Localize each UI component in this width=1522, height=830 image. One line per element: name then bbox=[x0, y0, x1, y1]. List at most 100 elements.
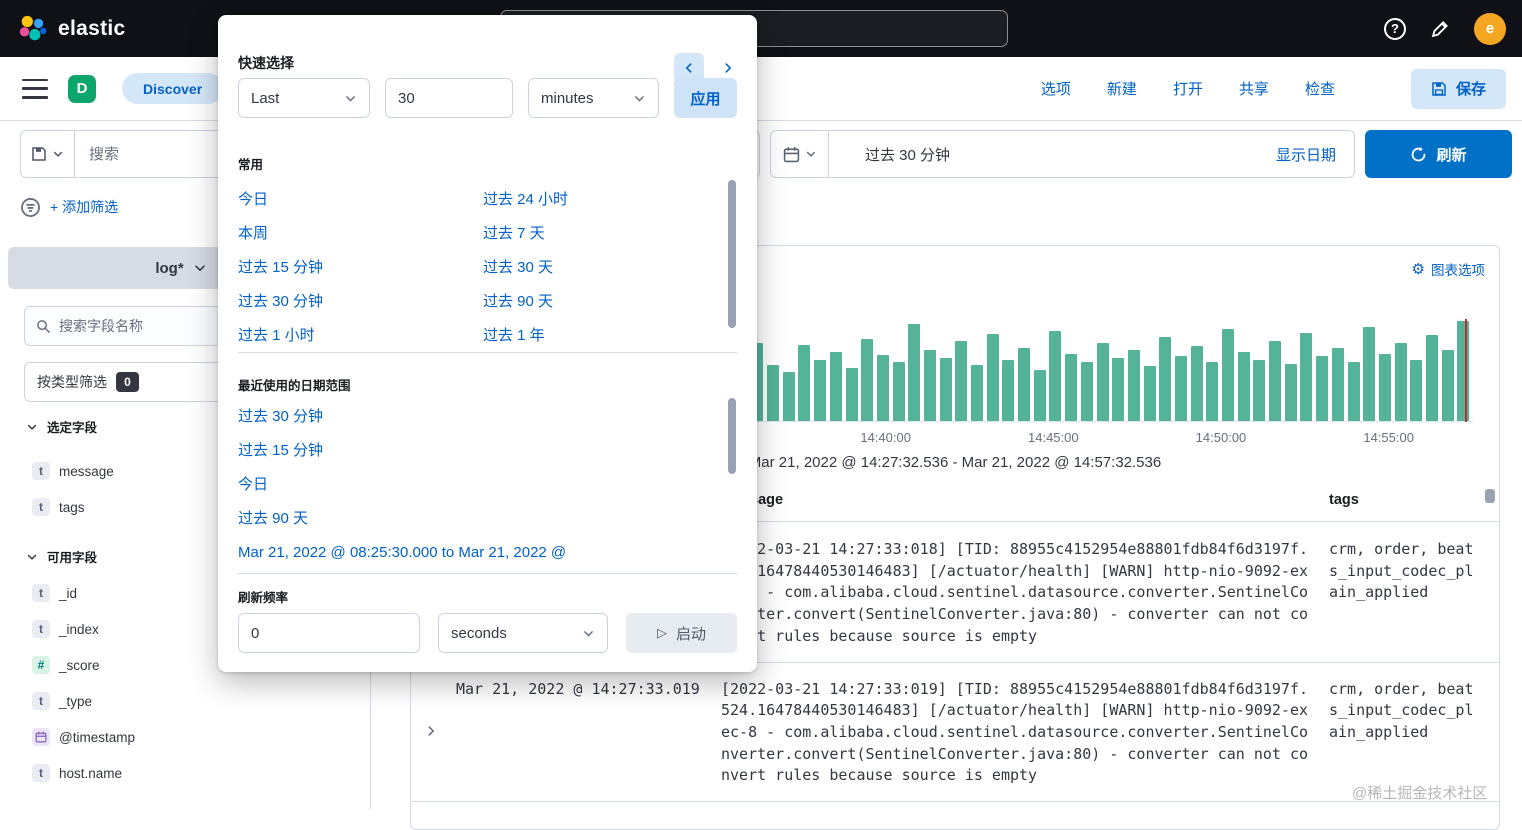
breadcrumb[interactable]: Discover bbox=[122, 73, 224, 104]
appbar-menu-item[interactable]: 打开 bbox=[1173, 78, 1203, 99]
histogram-bar[interactable] bbox=[1410, 359, 1423, 421]
save-button[interactable]: 保存 bbox=[1410, 68, 1506, 109]
histogram-bar[interactable] bbox=[1096, 343, 1109, 421]
histogram-bar[interactable] bbox=[798, 344, 811, 421]
quick-select-calendar-button[interactable] bbox=[771, 131, 829, 177]
quick-range-link[interactable]: 过去 24 小时 bbox=[483, 183, 728, 217]
histogram-bar[interactable] bbox=[1127, 349, 1140, 421]
recent-range-link[interactable]: 过去 15 分钟 bbox=[238, 434, 737, 468]
space-avatar[interactable]: D bbox=[68, 74, 96, 103]
quick-range-link[interactable]: 过去 90 天 bbox=[483, 285, 728, 319]
histogram-bar[interactable] bbox=[1190, 345, 1203, 421]
histogram-bar[interactable] bbox=[1363, 327, 1376, 421]
histogram-bar[interactable] bbox=[908, 324, 921, 421]
histogram-bar[interactable] bbox=[782, 372, 795, 421]
histogram-bar[interactable] bbox=[1284, 363, 1297, 421]
histogram-bar[interactable] bbox=[1112, 357, 1125, 421]
saved-query-menu-button[interactable] bbox=[21, 131, 75, 177]
x-axis-tick-label: 14:50:00 bbox=[1195, 430, 1247, 445]
histogram-bar[interactable] bbox=[1394, 343, 1407, 421]
histogram-bar[interactable] bbox=[1159, 337, 1172, 421]
histogram-bar[interactable] bbox=[1065, 353, 1078, 421]
available-fields-section-toggle[interactable]: 可用字段 bbox=[26, 547, 97, 566]
user-avatar[interactable]: e bbox=[1474, 12, 1506, 45]
histogram-bar[interactable] bbox=[923, 349, 936, 421]
histogram-bar[interactable] bbox=[1253, 359, 1266, 421]
scrollbar-thumb[interactable] bbox=[728, 180, 736, 328]
histogram-bar[interactable] bbox=[1018, 347, 1031, 421]
refresh-button[interactable]: 刷新 bbox=[1365, 130, 1512, 178]
selected-fields-section-toggle[interactable]: 选定字段 bbox=[26, 417, 97, 436]
histogram-bar[interactable] bbox=[892, 361, 905, 421]
recent-range-link[interactable]: 过去 30 分钟 bbox=[238, 400, 737, 434]
recent-range-link[interactable]: 过去 90 天 bbox=[238, 502, 737, 536]
histogram-bar[interactable] bbox=[1331, 347, 1344, 421]
appbar-menu-item[interactable]: 检查 bbox=[1305, 78, 1335, 99]
histogram-bar[interactable] bbox=[1143, 365, 1156, 421]
scrollbar-thumb[interactable] bbox=[728, 398, 736, 474]
histogram-bar[interactable] bbox=[1080, 361, 1093, 421]
histogram-bar[interactable] bbox=[1033, 370, 1046, 421]
histogram-bar[interactable] bbox=[1457, 321, 1470, 421]
start-refresh-button[interactable]: ▷ 启动 bbox=[626, 613, 737, 653]
histogram-bar[interactable] bbox=[829, 351, 842, 421]
histogram-bar[interactable] bbox=[767, 364, 780, 421]
chart-options-button[interactable]: ⚙ 图表选项 bbox=[1412, 259, 1485, 279]
tags-column-header[interactable]: tags bbox=[1329, 492, 1475, 521]
field-item[interactable]: t host.name bbox=[0, 755, 370, 791]
quick-range-link[interactable]: 今日 bbox=[238, 183, 483, 217]
selected-time-range[interactable]: 过去 30 分钟 bbox=[865, 144, 950, 165]
histogram-bar[interactable] bbox=[971, 364, 983, 421]
histogram-bar[interactable] bbox=[1441, 349, 1454, 421]
quick-range-link[interactable]: 过去 1 年 bbox=[483, 319, 728, 353]
histogram-bar[interactable] bbox=[955, 341, 968, 421]
quick-select-mode-dropdown[interactable]: Last bbox=[238, 78, 370, 118]
histogram-bar[interactable] bbox=[939, 357, 952, 421]
appbar-menu-item[interactable]: 选项 bbox=[1041, 78, 1071, 99]
histogram-bar[interactable] bbox=[1237, 351, 1250, 421]
histogram-bar[interactable] bbox=[1425, 335, 1438, 421]
add-filter-link[interactable]: + 添加筛选 bbox=[50, 197, 118, 217]
histogram-bar[interactable] bbox=[845, 367, 858, 421]
field-item[interactable]: @timestamp bbox=[0, 719, 370, 755]
recent-range-link[interactable]: Mar 21, 2022 @ 08:25:30.000 to Mar 21, 2… bbox=[238, 536, 737, 570]
histogram-bar[interactable] bbox=[1174, 355, 1187, 421]
message-column-header[interactable]: message bbox=[721, 492, 1309, 521]
histogram-bar[interactable] bbox=[876, 354, 889, 421]
histogram-bar[interactable] bbox=[1378, 353, 1391, 421]
quick-range-link[interactable]: 过去 15 分钟 bbox=[238, 251, 483, 285]
histogram-bar[interactable] bbox=[861, 339, 874, 421]
quick-range-link[interactable]: 过去 1 小时 bbox=[238, 319, 483, 353]
appbar-menu-item[interactable]: 新建 bbox=[1107, 78, 1137, 99]
quick-select-value-input[interactable] bbox=[385, 78, 513, 118]
histogram-bar[interactable] bbox=[814, 359, 827, 421]
feedback-icon[interactable] bbox=[1430, 19, 1450, 39]
field-item[interactable]: t _type bbox=[0, 683, 370, 719]
apply-button[interactable]: 应用 bbox=[674, 78, 737, 118]
histogram-bar[interactable] bbox=[1002, 359, 1015, 421]
histogram-bar[interactable] bbox=[986, 334, 999, 421]
quick-range-link[interactable]: 过去 7 天 bbox=[483, 217, 728, 251]
refresh-interval-input[interactable] bbox=[238, 613, 420, 653]
elastic-home-link[interactable]: elastic bbox=[16, 14, 125, 44]
quick-range-link[interactable]: 本周 bbox=[238, 217, 483, 251]
quick-select-unit-dropdown[interactable]: minutes bbox=[528, 78, 659, 118]
histogram-bar[interactable] bbox=[1300, 333, 1313, 421]
histogram-bar[interactable] bbox=[1316, 355, 1329, 421]
show-dates-link[interactable]: 显示日期 bbox=[1276, 144, 1336, 165]
filter-icon[interactable] bbox=[20, 197, 41, 218]
histogram-bar[interactable] bbox=[1222, 329, 1234, 421]
quick-range-link[interactable]: 过去 30 分钟 bbox=[238, 285, 483, 319]
help-icon[interactable]: ? bbox=[1384, 17, 1406, 40]
expand-row-button[interactable] bbox=[411, 679, 456, 788]
quick-range-link[interactable]: 过去 30 天 bbox=[483, 251, 728, 285]
appbar-menu-item[interactable]: 共享 bbox=[1239, 78, 1269, 99]
histogram-bar[interactable] bbox=[1269, 341, 1282, 421]
table-scrollbar[interactable] bbox=[1485, 489, 1495, 503]
recent-range-link[interactable]: 今日 bbox=[238, 468, 737, 502]
histogram-bar[interactable] bbox=[1206, 361, 1219, 421]
refresh-unit-dropdown[interactable]: seconds bbox=[438, 613, 608, 653]
histogram-bar[interactable] bbox=[1347, 361, 1360, 421]
histogram-bar[interactable] bbox=[1049, 331, 1062, 421]
menu-icon[interactable] bbox=[22, 78, 48, 99]
